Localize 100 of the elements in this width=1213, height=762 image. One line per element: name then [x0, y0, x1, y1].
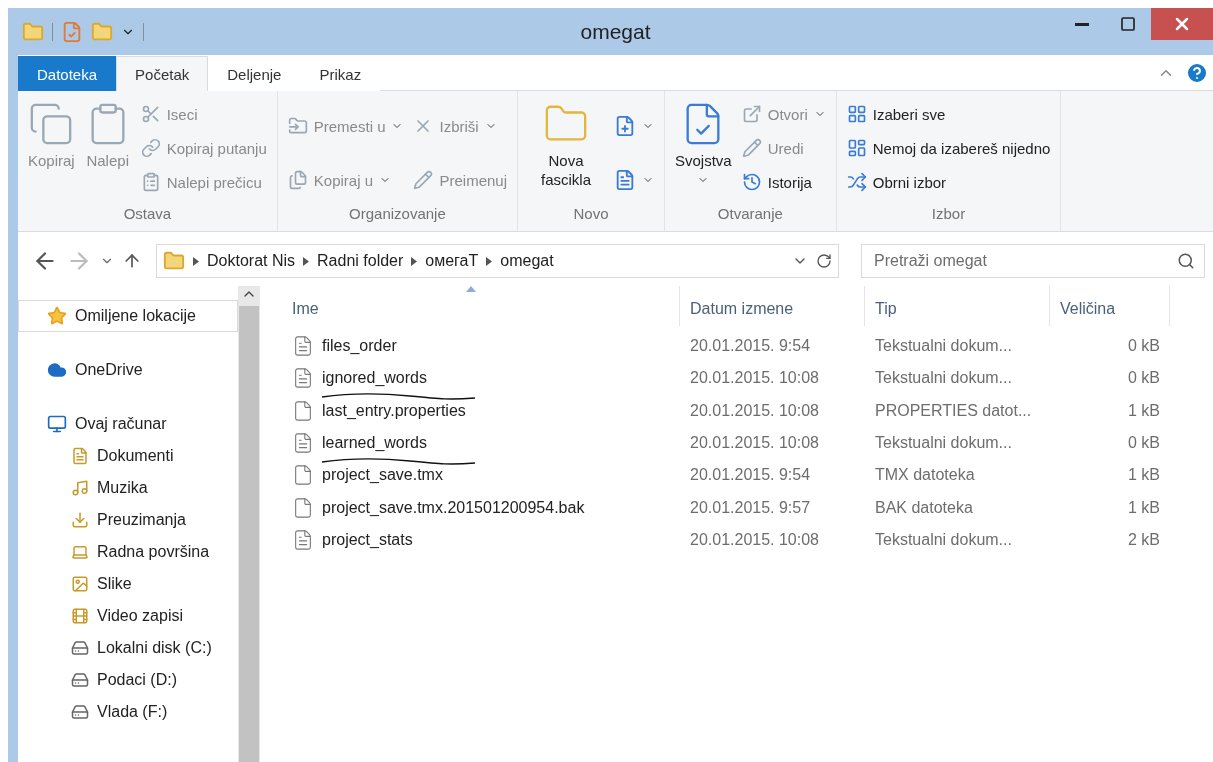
cloud-icon [47, 360, 67, 380]
size-cell-text: 1 kB [1127, 466, 1161, 485]
grid-icon [846, 138, 867, 158]
sidebar-item[interactable]: Slike [18, 568, 238, 600]
drive-icon [71, 703, 89, 721]
text-file-icon [292, 367, 314, 390]
text-file-icon [292, 432, 314, 455]
text-file-icon [292, 335, 314, 358]
folder-icon [163, 250, 185, 272]
image-icon [71, 575, 89, 593]
sidebar-item[interactable]: OneDrive [18, 354, 238, 386]
breadcrumb[interactable]: omegat [500, 252, 554, 270]
type-cell-text: Tekstualni dokum... [874, 434, 1013, 453]
file-name[interactable]: last_entry.properties [322, 401, 466, 420]
chevron-icon [193, 256, 199, 266]
folder-icon [287, 116, 308, 136]
sidebar-item[interactable]: Omiljene lokacije [18, 300, 238, 332]
size-cell-text: 1 kB [1127, 498, 1161, 517]
scissors-icon [140, 104, 161, 124]
size-cell-text: 0 kB [1127, 434, 1161, 453]
chevron-icon [486, 256, 493, 266]
grid-icon [846, 104, 867, 124]
address-field[interactable]: Doktorat Nis Radni folder омегаТ omegat [156, 244, 839, 278]
breadcrumb[interactable]: Radni folder [317, 252, 404, 270]
column-header[interactable]: Datum izmene [680, 286, 865, 326]
group-label: Organizovanje [348, 204, 447, 224]
date-cell-text: 20.01.2015. 9:57 [689, 498, 812, 517]
group-label: Ostava [122, 204, 173, 224]
breadcrumb[interactable]: омегаТ [425, 252, 479, 270]
search-field[interactable]: Pretraži omegat [861, 244, 1205, 278]
refresh-icon[interactable] [816, 253, 832, 269]
file-tab[interactable]: Datoteka [18, 56, 117, 91]
ribbon-tab[interactable]: Početak [116, 56, 209, 91]
column-header[interactable]: Tip [865, 286, 1050, 326]
file-icon [292, 464, 314, 487]
ribbon-button[interactable]: Nemoj da izabereš nijedno [844, 131, 1053, 165]
date-cell-text: 20.01.2015. 9:54 [689, 337, 812, 356]
sidebar-item[interactable]: Vlada (F:) [18, 696, 238, 728]
open-icon [741, 104, 762, 124]
date-cell-text: 20.01.2015. 10:08 [689, 401, 820, 420]
close-button[interactable] [1151, 8, 1213, 40]
ribbon-button[interactable]: Nova fascikla [526, 97, 606, 193]
ribbon-button[interactable]: Istorija [739, 165, 828, 199]
group-label: Otvaranje [716, 204, 784, 224]
window-title: omegat [580, 19, 651, 43]
sidebar-item[interactable]: Muzika [18, 472, 238, 504]
sort-arrow-icon [466, 286, 476, 292]
type-cell-text: Tekstualni dokum... [874, 530, 1013, 549]
document-icon [71, 447, 89, 465]
size-cell-text: 0 kB [1127, 337, 1161, 356]
file-icon [292, 399, 314, 422]
laptop-icon [71, 543, 89, 561]
files-icon [287, 170, 308, 190]
file-icon [614, 115, 636, 137]
document-check-icon[interactable] [61, 20, 83, 43]
music-icon [71, 479, 89, 497]
sidebar-item[interactable]: Dokumenti [18, 440, 238, 472]
sidebar-item[interactable]: Radna površina [18, 536, 238, 568]
sidebar-item[interactable]: Preuzimanja [18, 504, 238, 536]
type-cell-text: TMX datoteka [874, 466, 976, 485]
date-cell-text: 20.01.2015. 9:54 [689, 466, 812, 485]
group-label: Novo [572, 204, 610, 224]
file-name[interactable]: project_stats [322, 530, 413, 549]
date-cell-text: 20.01.2015. 10:08 [689, 530, 820, 549]
file-name[interactable]: ignored_words [322, 369, 427, 388]
column-header[interactable]: Ime [282, 286, 680, 326]
file-name[interactable]: files_order [322, 337, 397, 356]
breadcrumb[interactable]: Doktorat Nis [207, 252, 296, 270]
group-label: Izbor [930, 204, 967, 224]
file-name[interactable]: learned_words [322, 434, 427, 453]
ribbon-button[interactable]: Svojstva [673, 97, 734, 190]
chevron-icon [411, 256, 418, 266]
size-cell-text: 1 kB [1127, 401, 1161, 420]
column-header[interactable]: Veličina [1050, 286, 1170, 326]
search-icon[interactable] [1177, 252, 1195, 270]
file-name[interactable]: project_save.tmx.201501200954.bak [322, 498, 585, 517]
sidebar-item[interactable]: Ovaj računar [18, 408, 238, 440]
ribbon-button[interactable]: Izaberi sve [844, 97, 1053, 131]
document-icon [614, 169, 636, 191]
minimize-icon [1075, 22, 1089, 26]
pencil-icon [413, 170, 434, 190]
ribbon-button[interactable]: Obrni izbor [844, 165, 1053, 199]
sidebar-item[interactable]: Podaci (D:) [18, 664, 238, 696]
shuffle-icon [846, 172, 867, 192]
maximize-icon [1120, 16, 1136, 32]
pencil-icon [741, 138, 762, 158]
scrollbar[interactable] [238, 286, 260, 762]
file-name[interactable]: project_save.tmx [322, 466, 443, 485]
size-cell-text: 0 kB [1127, 369, 1161, 388]
link-icon [140, 138, 161, 158]
type-cell-text: PROPERTIES datot... [874, 401, 1033, 420]
drive-icon [71, 639, 89, 657]
sidebar-item[interactable]: Lokalni disk (C:) [18, 632, 238, 664]
text-file-icon [292, 528, 314, 551]
sidebar-item[interactable]: Video zapisi [18, 600, 238, 632]
star-icon [47, 306, 67, 326]
date-cell-text: 20.01.2015. 10:08 [689, 434, 820, 453]
type-cell-text: Tekstualni dokum... [874, 337, 1013, 356]
drive-icon [71, 671, 89, 689]
chevron-icon [303, 256, 310, 266]
